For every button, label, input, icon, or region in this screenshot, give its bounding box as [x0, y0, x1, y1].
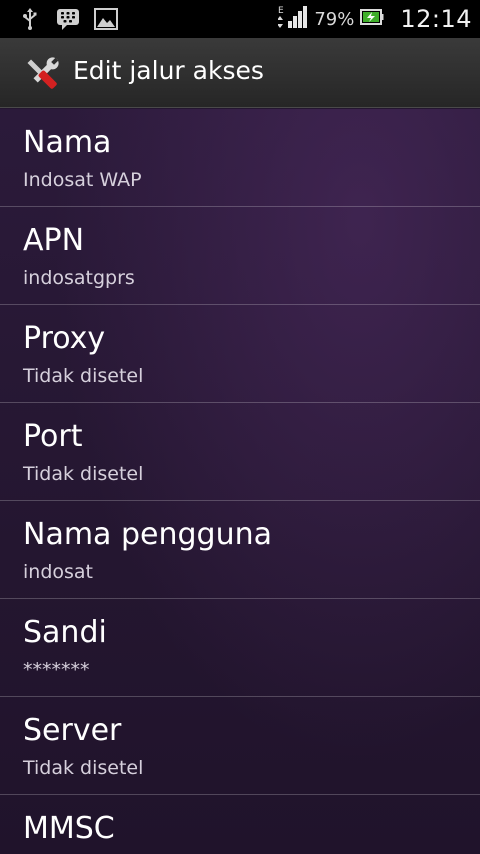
setting-value: indosat: [23, 561, 93, 583]
setting-proxy[interactable]: Proxy Tidak disetel: [0, 305, 480, 403]
title-bar: Edit jalur akses: [0, 38, 480, 108]
setting-name[interactable]: Nama Indosat WAP: [0, 109, 480, 207]
setting-port[interactable]: Port Tidak disetel: [0, 403, 480, 501]
setting-username[interactable]: Nama pengguna indosat: [0, 501, 480, 599]
setting-title: MMSC: [23, 811, 115, 846]
setting-value: indosatgprs: [23, 267, 135, 289]
setting-apn[interactable]: APN indosatgprs: [0, 207, 480, 305]
clock: 12:14: [400, 5, 472, 33]
setting-mmsc[interactable]: MMSC: [0, 795, 480, 854]
signal-icon: E: [277, 4, 308, 34]
setting-title: Nama pengguna: [23, 517, 272, 552]
setting-value: Tidak disetel: [23, 365, 144, 387]
status-bar: E 79% 12:14: [0, 0, 480, 38]
usb-icon: [18, 7, 42, 31]
svg-text:E: E: [278, 6, 284, 16]
battery-charging-icon: [360, 8, 384, 30]
setting-value: Tidak disetel: [23, 757, 144, 779]
settings-list: Nama Indosat WAP APN indosatgprs Proxy T…: [0, 109, 480, 854]
setting-value: Tidak disetel: [23, 463, 144, 485]
setting-value: *******: [23, 659, 90, 681]
battery-percent: 79%: [314, 8, 355, 30]
setting-title: Port: [23, 419, 83, 454]
setting-server[interactable]: Server Tidak disetel: [0, 697, 480, 795]
bbm-message-icon: [56, 7, 80, 31]
setting-password[interactable]: Sandi *******: [0, 599, 480, 697]
setting-title: APN: [23, 223, 85, 258]
gallery-icon: [94, 7, 118, 31]
page-title: Edit jalur akses: [73, 56, 264, 85]
setting-value: Indosat WAP: [23, 169, 142, 191]
setting-title: Nama: [23, 125, 112, 160]
tools-icon: [22, 54, 62, 94]
setting-title: Server: [23, 713, 122, 748]
setting-title: Sandi: [23, 615, 107, 650]
setting-title: Proxy: [23, 321, 106, 356]
